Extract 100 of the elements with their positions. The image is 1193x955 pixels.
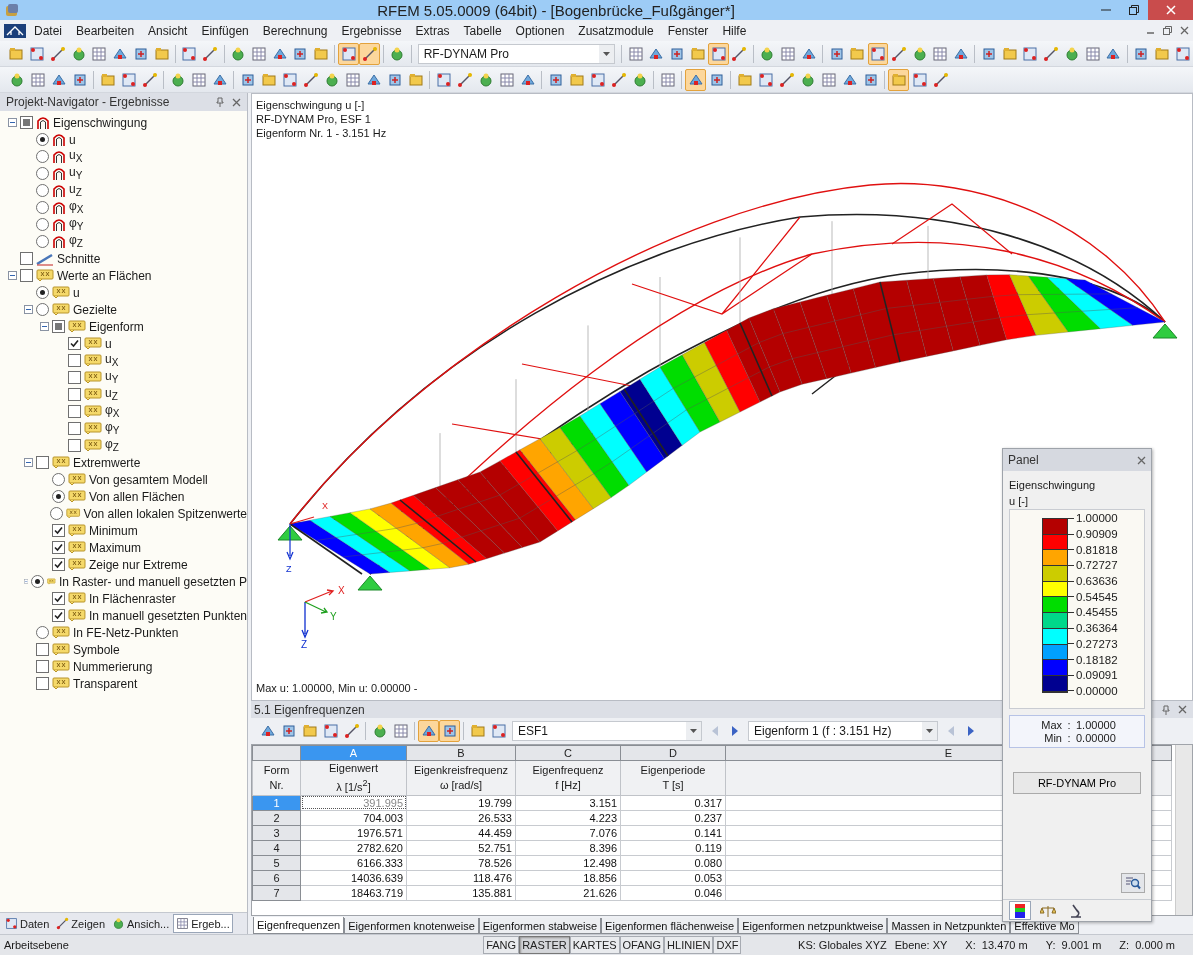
- column-letter[interactable]: B: [406, 745, 516, 761]
- tree-label[interactable]: u: [69, 132, 76, 147]
- menu-item[interactable]: Tabelle: [457, 21, 508, 40]
- tree-label[interactable]: φ$_{Y}$: [69, 216, 84, 233]
- status-toggle[interactable]: OFANG: [619, 936, 665, 954]
- checkbox[interactable]: [68, 405, 81, 418]
- collapse-icon[interactable]: [8, 118, 17, 127]
- toolbar-button[interactable]: [418, 720, 439, 742]
- tree-label[interactable]: φ$_{X}$: [69, 199, 84, 216]
- tree-label[interactable]: Zeige nur Extreme: [89, 557, 188, 572]
- sheet-tab[interactable]: Eigenfrequenzen: [253, 917, 345, 934]
- radio-button[interactable]: [36, 201, 49, 214]
- checkbox[interactable]: [36, 456, 49, 469]
- radio-button[interactable]: [50, 507, 64, 520]
- checkbox[interactable]: [52, 541, 65, 554]
- tree-label[interactable]: Transparent: [73, 676, 138, 691]
- tree-label[interactable]: Symbole: [73, 642, 120, 657]
- sheet-tab[interactable]: Eigenformen stabweise: [478, 918, 602, 934]
- menu-item[interactable]: Berechnung: [256, 21, 334, 40]
- tree-label[interactable]: φ$_{X}$: [105, 403, 120, 420]
- collapse-icon[interactable]: [24, 305, 33, 314]
- tree-label[interactable]: Eigenschwingung: [53, 115, 148, 130]
- radio-button[interactable]: [52, 473, 65, 486]
- checkbox[interactable]: [68, 422, 81, 435]
- mode-dropdown[interactable]: Eigenform 1 (f : 3.151 Hz): [748, 721, 938, 741]
- pin-icon[interactable]: [1162, 704, 1170, 715]
- menu-item[interactable]: Ansicht: [142, 21, 194, 40]
- tree-label[interactable]: In FE-Netz-Punkten: [73, 625, 179, 640]
- checkbox[interactable]: [68, 388, 81, 401]
- toolbar-button[interactable]: [708, 42, 730, 65]
- tree-label[interactable]: u$_{X}$: [105, 352, 119, 369]
- tree-label[interactable]: φ$_{Z}$: [105, 437, 119, 454]
- menu-item[interactable]: Einfügen: [195, 21, 255, 40]
- tree-label[interactable]: Werte an Flächen: [57, 268, 152, 283]
- menu-item[interactable]: Extras: [409, 21, 456, 40]
- navigator-tab[interactable]: Ergeb...: [173, 914, 233, 933]
- menu-item[interactable]: Fenster: [661, 21, 715, 40]
- checkbox[interactable]: [68, 354, 81, 367]
- menu-item[interactable]: Optionen: [509, 21, 571, 40]
- radio-button[interactable]: [36, 218, 49, 231]
- navigator-tab[interactable]: Zeigen: [53, 914, 108, 933]
- radio-button[interactable]: [36, 303, 49, 316]
- module-dropdown[interactable]: RF-DYNAM Pro: [417, 43, 616, 64]
- checkbox[interactable]: [36, 643, 49, 656]
- checkbox[interactable]: [51, 609, 65, 622]
- tree-label[interactable]: Von allen Flächen: [89, 489, 185, 504]
- radio-button[interactable]: [36, 133, 49, 146]
- tree-label[interactable]: Schnitte: [57, 251, 101, 266]
- checkbox[interactable]: [52, 558, 65, 571]
- pin-icon[interactable]: [216, 97, 224, 107]
- collapse-icon[interactable]: [8, 271, 17, 280]
- checkbox[interactable]: [68, 337, 81, 350]
- tree-label[interactable]: u$_{Z}$: [105, 386, 118, 403]
- case-dropdown[interactable]: ESF1: [512, 721, 702, 741]
- scroll-bar[interactable]: [1175, 745, 1192, 915]
- menu-item[interactable]: Ergebnisse: [335, 21, 408, 40]
- checkbox[interactable]: [20, 252, 33, 265]
- navigator-tab[interactable]: Ansich...: [109, 914, 173, 933]
- toolbar-button[interactable]: [338, 42, 360, 65]
- tree-label[interactable]: Von gesamtem Modell: [89, 472, 208, 487]
- sheet-tab[interactable]: Eigenformen knotenweise: [344, 918, 479, 934]
- radio-button[interactable]: [36, 235, 49, 248]
- close-icon[interactable]: [1137, 455, 1146, 465]
- checkbox[interactable]: [36, 660, 49, 673]
- panel-tab[interactable]: [1009, 901, 1031, 920]
- tree-label[interactable]: In Raster- und manuell gesetzten P: [58, 574, 247, 589]
- collapse-icon[interactable]: [40, 322, 49, 331]
- radio-button[interactable]: [36, 184, 49, 197]
- status-toggle[interactable]: FANG: [483, 936, 520, 954]
- column-letter[interactable]: C: [515, 745, 621, 761]
- checkbox[interactable]: [68, 371, 81, 384]
- tree-label[interactable]: Eigenform: [89, 319, 144, 334]
- close-icon[interactable]: [232, 97, 241, 107]
- tree-label[interactable]: Extremwerte: [73, 455, 141, 470]
- tree-label[interactable]: u: [105, 336, 112, 351]
- tree-label[interactable]: φ$_{Z}$: [69, 233, 83, 250]
- toolbar-button[interactable]: [359, 42, 380, 65]
- navigator-tab[interactable]: Daten: [2, 914, 53, 933]
- tree-label[interactable]: Minimum: [89, 523, 138, 538]
- toolbar-button[interactable]: [867, 42, 889, 65]
- menu-item[interactable]: Datei: [28, 21, 68, 40]
- radio-button[interactable]: [36, 167, 49, 180]
- sheet-tab[interactable]: Eigenformen flächenweise: [601, 918, 739, 934]
- menu-item[interactable]: Hilfe: [716, 21, 753, 40]
- close-icon[interactable]: [1178, 705, 1187, 714]
- column-letter[interactable]: D: [620, 745, 726, 761]
- close-icon[interactable]: [1180, 26, 1189, 35]
- status-toggle[interactable]: KARTES: [569, 936, 620, 954]
- toolbar-button[interactable]: [685, 68, 706, 91]
- tree-label[interactable]: u$_{Y}$: [105, 369, 119, 386]
- tree-label[interactable]: Gezielte: [73, 302, 118, 317]
- tree-label[interactable]: u$_{Y}$: [69, 165, 83, 182]
- status-toggle[interactable]: HLINIEN: [664, 936, 714, 954]
- checkbox[interactable]: [36, 677, 49, 690]
- tree-label[interactable]: u$_{X}$: [69, 148, 83, 165]
- tree-label[interactable]: Nummerierung: [73, 659, 153, 674]
- checkbox[interactable]: [20, 269, 33, 282]
- tree-label[interactable]: In Flächenraster: [89, 591, 176, 606]
- sheet-tab[interactable]: Eigenformen netzpunktweise: [738, 918, 888, 934]
- checkbox[interactable]: [68, 439, 81, 452]
